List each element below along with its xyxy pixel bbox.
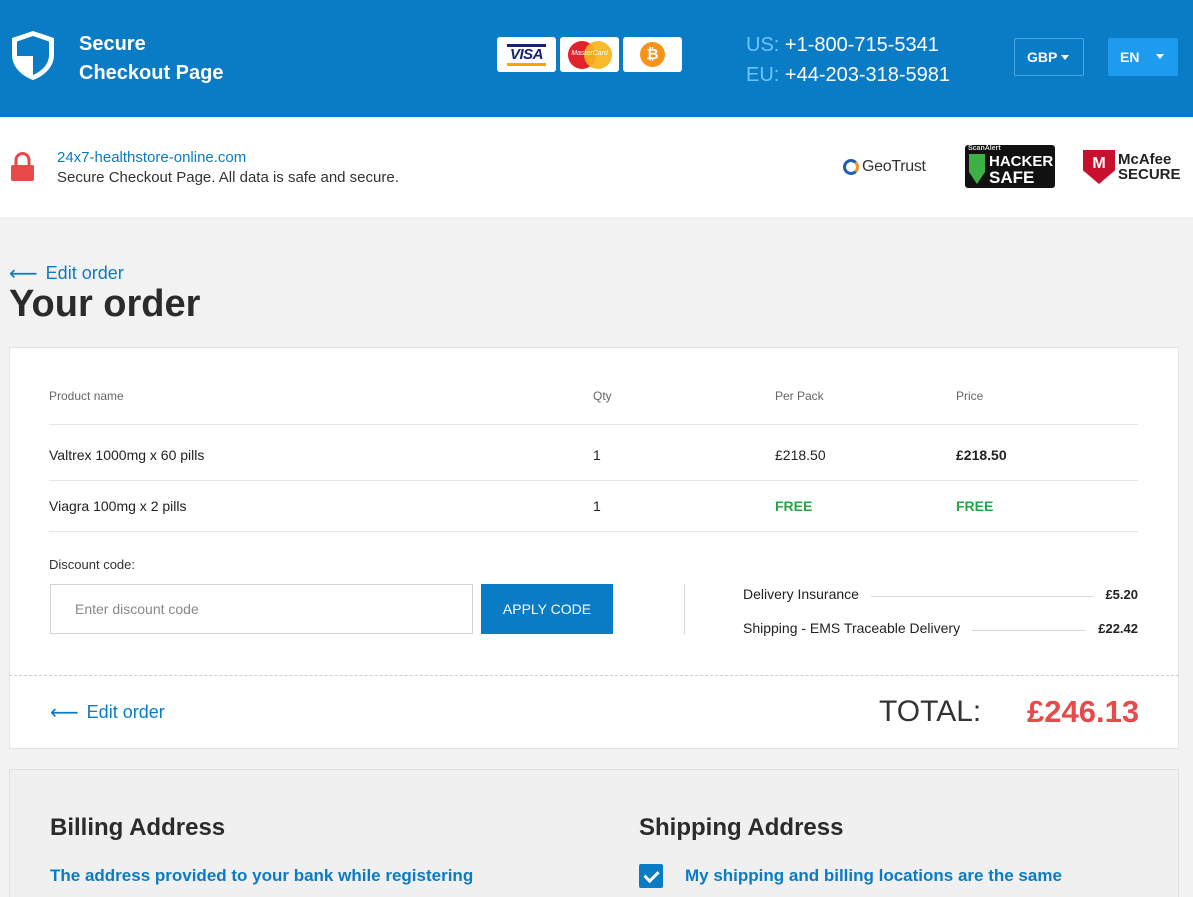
fee-value: £22.42 — [1098, 620, 1138, 636]
column-header-qty: Qty — [593, 389, 612, 403]
shield-logo-icon — [12, 31, 54, 80]
top-header: Secure Checkout Page VISA MasterCard ₿ U… — [0, 0, 1193, 117]
fee-shipping: Shipping - EMS Traceable Delivery £22.42 — [743, 620, 1138, 636]
hacker-safe-badge: ScanAlert HACKER SAFE — [965, 145, 1055, 188]
product-price: FREE — [956, 498, 994, 514]
language-select[interactable]: EN — [1108, 38, 1178, 76]
mcafee-secure-label: SECURE — [1118, 166, 1181, 183]
product-name: Viagra 100mg x 2 pills — [49, 498, 187, 514]
mastercard-label: MasterCard — [571, 49, 608, 57]
fee-label: Shipping - EMS Traceable Delivery — [743, 620, 961, 636]
same-address-checkbox[interactable] — [639, 864, 663, 888]
discount-code-input[interactable] — [50, 584, 473, 634]
product-per-pack: £218.50 — [775, 447, 826, 463]
safe-label: SAFE — [989, 168, 1035, 187]
vertical-divider — [684, 584, 685, 634]
arrow-left-icon: ⟵ — [9, 262, 38, 285]
visa-label: VISA — [506, 43, 546, 66]
phone-us[interactable]: US: +1-800-715-5341 — [746, 30, 950, 60]
mcafee-badge: M McAfee SECURE — [1083, 150, 1181, 184]
brand-line-1: Secure — [79, 33, 146, 55]
fee-label: Delivery Insurance — [743, 586, 859, 602]
fee-delivery-insurance: Delivery Insurance £5.20 — [743, 586, 1138, 602]
product-qty: 1 — [593, 447, 601, 463]
mcafee-shield-icon: M — [1083, 150, 1115, 184]
total-value: £246.13 — [1027, 694, 1140, 729]
billing-address-title: Billing Address — [50, 814, 226, 841]
product-qty: 1 — [593, 498, 601, 514]
order-summary-card — [9, 347, 1179, 749]
visa-card-icon: VISA — [497, 37, 556, 72]
leader-line — [972, 629, 1087, 631]
security-note: Secure Checkout Page. All data is safe a… — [57, 169, 399, 186]
column-header-product: Product name — [49, 389, 124, 403]
currency-value: GBP — [1027, 49, 1058, 65]
geotrust-icon — [843, 159, 859, 175]
support-phones: US: +1-800-715-5341 EU: +44-203-318-5981 — [746, 30, 950, 90]
currency-select[interactable]: GBP — [1014, 38, 1084, 76]
table-divider — [49, 531, 1138, 532]
column-header-per-pack: Per Pack — [775, 389, 824, 403]
column-header-price: Price — [956, 389, 984, 403]
fee-value: £5.20 — [1105, 586, 1138, 602]
bitcoin-icon: ₿ — [623, 37, 682, 72]
mcafee-label: McAfee — [1118, 151, 1172, 168]
scanalert-label: ScanAlert — [968, 145, 1001, 152]
language-value: EN — [1120, 49, 1140, 65]
total-label: TOTAL: — [879, 695, 982, 728]
geotrust-badge: GeoTrust — [843, 158, 926, 176]
hacker-safe-shield-icon — [969, 154, 985, 184]
discount-code-label: Discount code: — [49, 557, 135, 572]
billing-address-subtitle: The address provided to your bank while … — [50, 866, 474, 885]
apply-code-button[interactable]: APPLY CODE — [481, 584, 613, 634]
edit-order-label: Edit order — [86, 702, 165, 722]
phone-us-prefix: US: — [746, 34, 780, 56]
table-divider — [49, 424, 1138, 425]
table-divider — [49, 480, 1138, 481]
lock-icon — [11, 152, 34, 181]
edit-order-link-bottom[interactable]: ⟵ Edit order — [50, 702, 165, 723]
phone-eu-prefix: EU: — [746, 64, 780, 86]
page-title: Your order — [9, 283, 201, 325]
phone-eu[interactable]: EU: +44-203-318-5981 — [746, 60, 950, 90]
product-price: £218.50 — [956, 447, 1007, 463]
shipping-address-title: Shipping Address — [639, 814, 844, 841]
geotrust-label: GeoTrust — [862, 158, 926, 175]
phone-us-number[interactable]: +1-800-715-5341 — [785, 34, 939, 56]
chevron-down-icon — [1156, 54, 1164, 59]
phone-eu-number[interactable]: +44-203-318-5981 — [785, 64, 950, 86]
arrow-left-icon: ⟵ — [50, 701, 79, 724]
bitcoin-symbol: ₿ — [640, 42, 665, 67]
brand-line-2: Checkout Page — [79, 62, 224, 84]
mastercard-icon: MasterCard — [560, 37, 619, 72]
edit-order-label: Edit order — [45, 263, 124, 283]
chevron-down-icon — [1061, 55, 1069, 60]
same-address-label[interactable]: My shipping and billing locations are th… — [685, 866, 1062, 886]
store-domain-link[interactable]: 24x7-healthstore-online.com — [57, 149, 246, 166]
dashed-divider — [9, 675, 1179, 676]
payment-methods: VISA MasterCard ₿ — [497, 37, 682, 72]
edit-order-link-top[interactable]: ⟵ Edit order — [9, 263, 124, 284]
product-per-pack: FREE — [775, 498, 813, 514]
product-name: Valtrex 1000mg x 60 pills — [49, 447, 205, 463]
leader-line — [870, 595, 1094, 597]
brand-title: Secure Checkout Page — [79, 30, 223, 88]
hacker-label: HACKER — [989, 153, 1054, 170]
